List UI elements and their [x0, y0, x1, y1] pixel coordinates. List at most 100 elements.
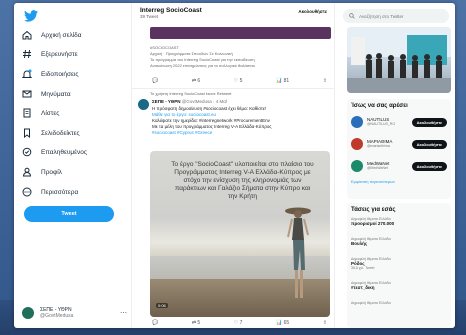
- section-title: Ίσως να σας αρέσει: [351, 103, 408, 109]
- suggested-user[interactable]: NAUTILUS @NAUTILUS_RG Ακολουθήστε: [347, 111, 451, 133]
- share-icon[interactable]: ⇧: [323, 320, 327, 326]
- trends-panel: Τάσεις για εσάς Δημοφιλή θέματα Ελλάδα πρ…: [347, 203, 451, 328]
- mail-icon: [22, 89, 32, 99]
- right-sidebar: Αναζήτηση στο Twitter Ίσως να σας αρέσει…: [335, 3, 455, 328]
- tweet-count: 39 Tweet: [140, 14, 159, 19]
- nav-label: Σελιδοδείκτες: [41, 129, 80, 137]
- nav-lists[interactable]: Λίστες: [22, 106, 59, 120]
- nav-home[interactable]: Αρχική σελίδα: [22, 28, 82, 42]
- media-photo[interactable]: [347, 27, 451, 93]
- woman-figure: [285, 207, 311, 298]
- verified-icon: [22, 147, 32, 157]
- nav-verified[interactable]: Επαληθευμένος: [22, 145, 87, 159]
- link-card-image[interactable]: [150, 27, 331, 39]
- avatar[interactable]: [138, 99, 149, 110]
- trend-item[interactable]: Δημοφιλή θέματα Ελλάδα προορισμοί 270.000: [347, 215, 451, 235]
- user-names: MedWaNet @MedWaNet: [367, 161, 389, 172]
- search-input[interactable]: Αναζήτηση στο Twitter: [343, 9, 449, 23]
- nav-label: Ειδοποιήσεις: [41, 70, 79, 78]
- retweet-icon[interactable]: ⇄ 5: [192, 320, 200, 326]
- profile-icon: [22, 167, 32, 177]
- tweet-button[interactable]: Tweet: [24, 206, 114, 222]
- card-line: Αρχική · Προγράμματα Σπουδών Σε Κοινωνικ…: [150, 51, 233, 56]
- card-line: #SOCIOCOAST: [150, 45, 179, 50]
- avatar: [351, 116, 363, 128]
- twitter-logo-icon[interactable]: [24, 10, 38, 22]
- nav-label: Εξερευνήστε: [41, 50, 78, 58]
- user-names: NAUTILUS @NAUTILUS_RG: [367, 117, 395, 128]
- account-switcher[interactable]: ΣΕΠΕ - ΥΘΡΝ @GovtMedusa ⋯: [22, 303, 127, 323]
- more-dots-icon: ⋯: [120, 310, 127, 317]
- retweet-count: 6: [197, 78, 201, 84]
- user-name: NAUTILUS: [367, 116, 390, 122]
- tweet-author[interactable]: ΣΕΠΕ - ΥΘΡΝ @GovtMedusa · 4 Μαΐ: [152, 99, 227, 104]
- bookmark-icon: [22, 128, 32, 138]
- views-count: 65: [283, 320, 290, 326]
- reply-icon[interactable]: 💬: [152, 78, 158, 84]
- divider: [132, 88, 334, 89]
- nav-messages[interactable]: Μηνύματα: [22, 87, 71, 101]
- trend-item[interactable]: Δημοφιλή θέματα Ελλάδα Ρόδος 35,6 χιλ. Twe…: [347, 255, 451, 279]
- follow-button[interactable]: Ακολουθήστε: [411, 117, 447, 127]
- profile-handle: @GovtMedusa: [40, 313, 74, 319]
- nav-notifications[interactable]: Ειδοποιήσεις: [22, 67, 78, 81]
- views-icon[interactable]: 📊 81: [276, 78, 289, 84]
- trend-item[interactable]: Δημοφιλή θέματα Ελλάδα #τεστ_δικη: [347, 279, 451, 299]
- nav-label: Περισσότερα: [41, 188, 79, 196]
- user-handle: @MedWaNet: [367, 166, 388, 170]
- user-names: ΜΑΡΙΑΘΙΜΑ @marianthima: [367, 139, 392, 150]
- tweet-hashtags[interactable]: #sociocoast #Cyprus #Greece: [152, 130, 327, 136]
- nav-label: Μηνύματα: [41, 90, 71, 98]
- timeline: Interreg SocioCoast 39 Tweet Ακολουθήστε…: [132, 3, 335, 328]
- user-handle: @NAUTILUS_RG: [367, 122, 396, 126]
- list-icon: [22, 108, 32, 118]
- tweet-actions: 💬 ⇄ 5 ♡ 7 📊 65 ⇧: [152, 320, 327, 326]
- avatar: [351, 138, 363, 150]
- account-names: ΣΕΠΕ - ΥΘΡΝ @GovtMedusa: [40, 307, 73, 319]
- follow-button[interactable]: Ακολουθήστε: [411, 161, 447, 171]
- avatar: [351, 160, 363, 172]
- views-icon[interactable]: 📊 65: [276, 320, 289, 326]
- home-icon: [22, 30, 32, 40]
- follow-button[interactable]: Ακολουθήστε: [411, 139, 447, 149]
- browser-screen: Αρχική σελίδα Εξερευνήστε Ειδοποιήσεις Μ…: [14, 3, 455, 328]
- nav-explore[interactable]: Εξερευνήστε: [22, 47, 78, 61]
- people-photo: [347, 27, 451, 93]
- profile-header: Interreg SocioCoast 39 Tweet Ακολουθήστε: [132, 3, 334, 25]
- trend-topic: προορισμοί 270.000: [351, 221, 395, 226]
- like-icon[interactable]: ♡ 7: [234, 320, 243, 326]
- nav-label: Προφίλ: [41, 168, 62, 176]
- nav-profile[interactable]: Προφίλ: [22, 165, 62, 179]
- video-timer: 0:06: [156, 303, 168, 308]
- video-caption: Το έργο "SocioCoast" υλοποιείται στο πλα…: [171, 161, 314, 200]
- nav-bookmarks[interactable]: Σελιδοδείκτες: [22, 126, 80, 140]
- more-icon: [22, 187, 32, 197]
- search-placeholder: Αναζήτηση στο Twitter: [359, 13, 404, 19]
- hashtag-icon: [22, 49, 32, 59]
- trend-topic: #τεστ_δικη: [351, 285, 375, 290]
- trend-item[interactable]: Δημοφιλή θέματα Ελλάδα Βουλής: [347, 235, 451, 255]
- trend-category: Δημοφιλή θέματα Ελλάδα: [351, 301, 391, 305]
- retweet-icon[interactable]: ⇄ 6: [192, 78, 200, 84]
- avatar: [22, 307, 34, 319]
- like-count: 5: [239, 78, 243, 84]
- search-icon: [349, 13, 355, 19]
- like-icon[interactable]: ♡ 5: [234, 78, 243, 84]
- section-title: Τάσεις για εσάς: [351, 207, 396, 213]
- show-more-link[interactable]: Εμφάνιση περισσότερων: [347, 177, 451, 190]
- reply-icon[interactable]: 💬: [152, 320, 158, 326]
- nav-more[interactable]: Περισσότερα: [22, 185, 78, 199]
- nav-label: Επαληθευμένος: [41, 148, 88, 156]
- trend-count: 35,6 χιλ. Tweet: [351, 266, 375, 270]
- suggested-user[interactable]: ΜΑΡΙΑΘΙΜΑ @marianthima Ακολουθήστε: [347, 133, 451, 155]
- tweet-actions: 💬 ⇄ 6 ♡ 5 📊 81 ⇧: [152, 78, 327, 84]
- suggested-user[interactable]: MedWaNet @MedWaNet Ακολουθήστε: [347, 155, 451, 177]
- nav-label: Λίστες: [41, 109, 60, 117]
- card-line: Ανακοίνωση 2022 επισημάνσεις για το συλλ…: [150, 63, 255, 68]
- trend-item[interactable]: Δημοφιλή θέματα Ελλάδα: [347, 299, 451, 319]
- tweet-video[interactable]: Το έργο "SocioCoast" υλοποιείται στο πλα…: [150, 151, 330, 317]
- follow-button[interactable]: Ακολουθήστε: [298, 9, 327, 14]
- user-handle: @marianthima: [367, 144, 390, 148]
- share-icon[interactable]: ⇧: [323, 78, 327, 84]
- bell-icon: [22, 69, 32, 79]
